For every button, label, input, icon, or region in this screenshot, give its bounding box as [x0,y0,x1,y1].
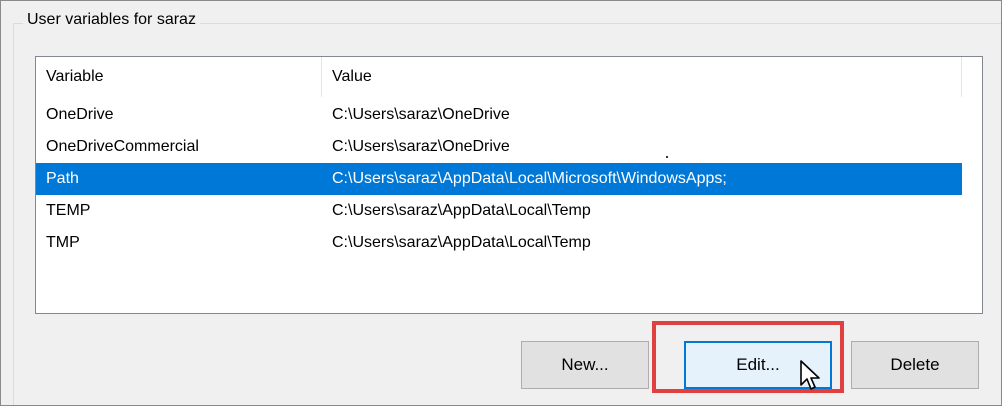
column-divider[interactable] [961,57,962,97]
variable-name: TEMP [46,202,91,219]
list-header: Variable Value [36,57,982,97]
column-header-value[interactable]: Value [332,57,962,97]
column-header-variable[interactable]: Variable [46,57,316,97]
variable-value: C:\Users\saraz\OneDrive [332,106,510,123]
variable-name: OneDriveCommercial [46,138,199,155]
table-row-selected[interactable]: Path C:\Users\saraz\AppData\Local\Micros… [36,163,962,195]
table-row[interactable]: OneDrive C:\Users\saraz\OneDrive [36,99,962,131]
variable-value: C:\Users\saraz\AppData\Local\Microsoft\W… [332,170,727,187]
variable-value: C:\Users\saraz\AppData\Local\Temp [332,202,591,219]
table-row[interactable]: TMP C:\Users\saraz\AppData\Local\Temp [36,227,962,259]
variable-name: Path [46,170,79,187]
list-rows: OneDrive C:\Users\saraz\OneDrive OneDriv… [36,99,982,259]
delete-button[interactable]: Delete [851,341,979,389]
edit-button[interactable]: Edit... [684,341,832,389]
variable-name: OneDrive [46,106,114,123]
user-variables-list[interactable]: Variable Value OneDrive C:\Users\saraz\O… [35,56,983,314]
variable-value: C:\Users\saraz\OneDrive [332,138,510,155]
variable-value: C:\Users\saraz\AppData\Local\Temp [332,234,591,251]
new-button[interactable]: New... [521,341,649,389]
variable-name: TMP [46,234,80,251]
table-row[interactable]: TEMP C:\Users\saraz\AppData\Local\Temp [36,195,962,227]
table-row[interactable]: OneDriveCommercial C:\Users\saraz\OneDri… [36,131,962,163]
groupbox-title: User variables for saraz [23,11,200,29]
stray-dot [666,156,668,158]
column-divider[interactable] [321,57,322,97]
environment-variables-dialog: User variables for saraz Variable Value … [0,0,1002,406]
